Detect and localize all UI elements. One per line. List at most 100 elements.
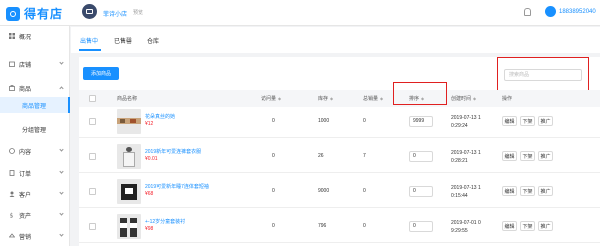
top-bar: 得有店 菲诗小店 预览 18838952040: [0, 0, 600, 26]
select-all-checkbox[interactable]: [89, 95, 96, 102]
created-time: 2019-07-13 1 0:15:44: [451, 184, 481, 200]
sort-order-input[interactable]: 0: [409, 221, 433, 232]
created-clock: 9:29:55: [451, 228, 468, 234]
grid-icon: [9, 33, 15, 39]
column-header-name: 商品名称: [117, 96, 138, 102]
delist-button[interactable]: 下架: [520, 151, 535, 161]
sort-order-input[interactable]: 9999: [409, 116, 433, 127]
sort-order-input[interactable]: 0: [409, 151, 433, 162]
status-tabs: 出售中 已售罄 仓库: [71, 27, 600, 53]
sort-icon: ◆: [278, 96, 282, 101]
column-header-sales[interactable]: 总销量 ◆: [363, 95, 383, 102]
table-row: +-12岁分童套装衬 ¥98 0 796 0 0 2019-07-01 0 9:29:55 编辑…: [79, 212, 600, 243]
sidebar-item-label: 店铺: [19, 62, 32, 69]
sidebar-item-goods[interactable]: 商品: [0, 80, 70, 96]
table-row: 2019可爱新年睡7连体套短袖 ¥68 0 9000 0 0 2019-07-13 1 0:1…: [79, 177, 600, 208]
stock-cell: 9000: [318, 188, 330, 194]
delist-button[interactable]: 下架: [520, 186, 535, 196]
product-price: ¥68: [145, 191, 154, 197]
promote-button[interactable]: 推广: [538, 116, 553, 126]
product-thumbnail[interactable]: [117, 144, 141, 169]
created-clock: 0:15:44: [451, 193, 468, 199]
brand-logo[interactable]: 得有店: [6, 5, 63, 22]
sidebar-item-label: 商品管理: [22, 103, 47, 110]
sidebar-item-overview[interactable]: 概况: [0, 28, 70, 44]
goods-icon: [9, 85, 15, 91]
row-checkbox[interactable]: [89, 188, 96, 195]
goods-panel: 添加商品 搜索商品 商品名称 访问量 ◆ 库存 ◆ 总销量 ◆ 排序 ◆ 创建时间 ◆ 操…: [79, 57, 600, 246]
stock-cell: 26: [318, 153, 324, 159]
product-thumbnail[interactable]: [117, 214, 141, 239]
sidebar-item-assets[interactable]: $ 资产: [0, 207, 70, 223]
store-icon: [9, 61, 15, 67]
created-time: 2019-07-01 0 9:29:55: [451, 219, 481, 235]
sort-column-highlight-box: [393, 82, 447, 105]
shop-avatar[interactable]: [82, 4, 97, 19]
delist-button[interactable]: 下架: [520, 116, 535, 126]
sidebar-item-label: 商品: [19, 86, 32, 93]
row-checkbox[interactable]: [89, 153, 96, 160]
chevron-down-icon: [59, 169, 64, 174]
tab-on-sale[interactable]: 出售中: [80, 36, 98, 45]
brand-name: 得有店: [24, 7, 64, 21]
product-thumbnail[interactable]: [117, 109, 141, 134]
product-name-link[interactable]: 2019新年可爱连裤套衣服: [145, 148, 201, 155]
marketing-icon: [9, 233, 15, 238]
sidebar-item-orders[interactable]: 订单: [0, 165, 70, 181]
sort-order-input[interactable]: 0: [409, 186, 433, 197]
product-name-link[interactable]: 2019可爱新年睡7连体套短袖: [145, 183, 209, 190]
tab-sold-out[interactable]: 已售罄: [114, 36, 132, 45]
shop-name[interactable]: 菲诗小店: [103, 9, 127, 18]
promote-button[interactable]: 推广: [538, 151, 553, 161]
table-row: 花朵真丝的她 ¥12 0 1000 0 9999 2019-07-13 1 0:29:24 编辑…: [79, 107, 600, 138]
product-thumbnail[interactable]: [117, 179, 141, 204]
promote-button[interactable]: 推广: [538, 186, 553, 196]
chevron-up-icon: [59, 86, 64, 91]
promote-button[interactable]: 推广: [538, 221, 553, 231]
delist-button[interactable]: 下架: [520, 221, 535, 231]
edit-button[interactable]: 编辑: [502, 186, 517, 196]
chevron-down-icon: [59, 211, 64, 216]
created-clock: 0:29:24: [451, 123, 468, 129]
sidebar-item-label: 订单: [19, 171, 32, 178]
sidebar-item-store[interactable]: 店铺: [0, 56, 70, 72]
product-name-link[interactable]: 花朵真丝的她: [145, 113, 175, 120]
sidebar-item-content[interactable]: 内容: [0, 143, 70, 159]
edit-button[interactable]: 编辑: [502, 151, 517, 161]
user-avatar[interactable]: [545, 6, 556, 17]
column-header-stock[interactable]: 库存 ◆: [318, 95, 333, 102]
sidebar-item-label: 资产: [19, 213, 32, 220]
shop-preview-link[interactable]: 预览: [133, 9, 143, 16]
sidebar-item-label: 概况: [19, 34, 32, 41]
user-phone[interactable]: 18838952040: [559, 9, 596, 15]
sidebar-item-group-manage[interactable]: 分组管理: [0, 121, 70, 137]
column-header-visits[interactable]: 访问量 ◆: [261, 95, 281, 102]
active-tab-indicator: [79, 49, 101, 51]
edit-button[interactable]: 编辑: [502, 221, 517, 231]
chevron-down-icon: [59, 190, 64, 195]
row-checkbox[interactable]: [89, 118, 96, 125]
tab-warehouse[interactable]: 仓库: [147, 36, 159, 45]
search-input[interactable]: 搜索商品: [504, 69, 582, 81]
visits-cell: 0: [272, 223, 275, 229]
bell-icon[interactable]: [524, 8, 531, 16]
sidebar-item-label: 分组管理: [22, 127, 47, 134]
sort-icon: ◆: [380, 96, 384, 101]
created-time: 2019-07-13 1 0:28:21: [451, 149, 481, 165]
column-header-label: 创建时间: [451, 96, 472, 102]
created-time: 2019-07-13 1 0:29:24: [451, 114, 481, 130]
sidebar-item-goods-manage[interactable]: 商品管理: [0, 97, 70, 113]
visits-cell: 0: [272, 188, 275, 194]
column-header-created[interactable]: 创建时间 ◆: [451, 95, 476, 102]
product-price: ¥12: [145, 121, 154, 127]
shop-icon: [86, 9, 93, 14]
sidebar-item-customers[interactable]: 客户: [0, 186, 70, 202]
asset-icon: $: [10, 213, 14, 219]
edit-button[interactable]: 编辑: [502, 116, 517, 126]
add-goods-button[interactable]: 添加商品: [83, 67, 119, 80]
product-name-link[interactable]: +-12岁分童套装衬: [145, 218, 185, 225]
row-checkbox[interactable]: [89, 223, 96, 230]
sidebar-item-marketing[interactable]: 营销: [0, 228, 70, 244]
search-highlight-box: 搜索商品: [497, 57, 589, 94]
product-price: ¥98: [145, 226, 154, 232]
